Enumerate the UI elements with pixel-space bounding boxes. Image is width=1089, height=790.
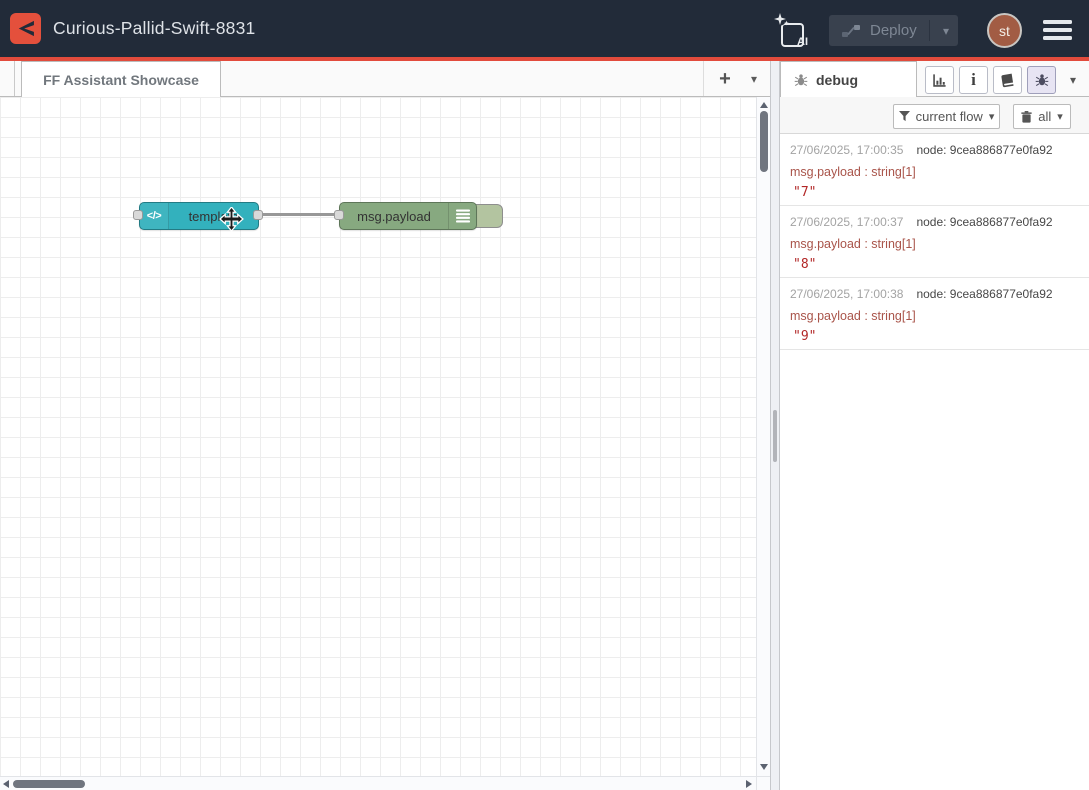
user-avatar[interactable]: st: [987, 13, 1022, 48]
sparkle-icon: [774, 13, 789, 28]
main-menu-button[interactable]: [1043, 20, 1072, 42]
clear-label: all: [1038, 109, 1051, 124]
message-node-id: node: 9cea886877e0fa92: [916, 287, 1052, 301]
scroll-left-arrow-icon[interactable]: [3, 780, 9, 788]
separator-drag-handle[interactable]: [773, 410, 777, 462]
dashboard-chart-tab-button[interactable]: [925, 66, 954, 94]
debug-toolbar: current flow ▾ all ▾: [780, 97, 1089, 134]
template-input-port[interactable]: [133, 210, 143, 220]
hamburger-bar: [1043, 20, 1072, 24]
horizontal-scroll-thumb[interactable]: [13, 780, 85, 788]
message-meta: 27/06/2025, 17:00:35 node: 9cea886877e0fa…: [790, 143, 1079, 157]
bug-icon: [1035, 73, 1049, 87]
plus-icon: +: [719, 68, 731, 90]
hamburger-bar: [1043, 28, 1072, 32]
deploy-divider: [929, 20, 930, 41]
message-timestamp: 27/06/2025, 17:00:37: [790, 215, 903, 229]
tabbar-right-edge: [703, 61, 704, 96]
node-debug-msg-payload[interactable]: msg.payload: [339, 202, 477, 230]
scroll-down-arrow-icon[interactable]: [760, 764, 768, 770]
header: Curious-Pallid-Swift-8831 AI Deploy ▾ st: [0, 0, 1089, 61]
message-node-id: node: 9cea886877e0fa92: [916, 143, 1052, 157]
scroll-up-arrow-icon[interactable]: [760, 102, 768, 108]
debug-message-list: 27/06/2025, 17:00:35 node: 9cea886877e0fa…: [780, 134, 1089, 350]
flow-tab-ff-assistant-showcase[interactable]: FF Assistant Showcase: [21, 61, 221, 97]
sidebar: debug i: [780, 61, 1089, 790]
message-property: msg.payload : string[1]: [790, 309, 1079, 323]
sidebar-tab-label: debug: [816, 72, 858, 88]
message-value: "7": [790, 185, 1079, 200]
message-property: msg.payload : string[1]: [790, 165, 1079, 179]
instance-title: Curious-Pallid-Swift-8831: [53, 0, 255, 57]
message-value: "9": [790, 329, 1079, 344]
debug-tab-button[interactable]: [1027, 66, 1056, 94]
message-timestamp: 27/06/2025, 17:00:38: [790, 287, 903, 301]
flowfuse-logo-icon[interactable]: [10, 13, 41, 44]
book-icon: [999, 71, 1016, 88]
vertical-scroll-thumb[interactable]: [760, 111, 768, 172]
flow-tab-label: FF Assistant Showcase: [43, 72, 199, 88]
debug-filter-button[interactable]: current flow ▾: [893, 104, 1000, 129]
info-tab-button[interactable]: i: [959, 66, 988, 94]
deploy-label: Deploy: [870, 22, 917, 39]
debug-input-port[interactable]: [334, 210, 344, 220]
message-property: msg.payload : string[1]: [790, 237, 1079, 251]
scroll-right-arrow-icon[interactable]: [746, 780, 752, 788]
sidebar-resize-separator[interactable]: [770, 61, 780, 790]
node-template[interactable]: </> template: [139, 202, 259, 230]
chevron-down-icon: ▾: [1057, 110, 1063, 123]
bar-chart-icon: [932, 73, 947, 88]
trash-icon: [1021, 111, 1032, 123]
ai-label: AI: [797, 36, 808, 48]
debug-message: 27/06/2025, 17:00:37 node: 9cea886877e0fa…: [780, 206, 1089, 278]
chevron-down-icon: ▾: [989, 110, 995, 123]
funnel-icon: [899, 111, 910, 122]
sidebar-tab-debug[interactable]: debug: [780, 61, 917, 97]
message-timestamp: 27/06/2025, 17:00:35: [790, 143, 903, 157]
debug-clear-button[interactable]: all ▾: [1013, 104, 1071, 129]
node-label: msg.payload: [340, 209, 448, 224]
deploy-button[interactable]: Deploy ▾: [829, 15, 958, 46]
bug-icon: [794, 73, 808, 87]
message-node-id: node: 9cea886877e0fa92: [916, 215, 1052, 229]
debug-message: 27/06/2025, 17:00:35 node: 9cea886877e0fa…: [780, 134, 1089, 206]
flow-canvas[interactable]: </> template msg.payload: [0, 97, 756, 776]
tabbar-left-edge: [14, 61, 15, 96]
sidebar-tabs-chevron-icon[interactable]: ▾: [1063, 70, 1083, 90]
message-meta: 27/06/2025, 17:00:38 node: 9cea886877e0fa…: [790, 287, 1079, 301]
node-red-editor: Curious-Pallid-Swift-8831 AI Deploy ▾ st: [0, 0, 1089, 790]
deploy-nodes-icon: [841, 24, 861, 38]
canvas-vertical-scrollbar[interactable]: [756, 97, 770, 776]
ai-assistant-button[interactable]: AI: [774, 11, 810, 49]
add-flow-button[interactable]: +: [711, 64, 739, 93]
scrollbar-corner: [756, 776, 770, 790]
filter-label: current flow: [916, 109, 983, 124]
deploy-options-chevron-icon[interactable]: ▾: [943, 25, 949, 37]
wire-template-to-debug[interactable]: [258, 213, 340, 216]
help-tab-button[interactable]: [993, 66, 1022, 94]
logo-mark: [12, 15, 39, 42]
info-icon: i: [971, 70, 976, 90]
template-code-icon: </>: [140, 203, 169, 229]
node-label: template: [169, 209, 258, 224]
debug-message: 27/06/2025, 17:00:38 node: 9cea886877e0fa…: [780, 278, 1089, 350]
message-value: "8": [790, 257, 1079, 272]
hamburger-bar: [1043, 36, 1072, 40]
debug-console-icon: [448, 203, 476, 229]
message-meta: 27/06/2025, 17:00:37 node: 9cea886877e0fa…: [790, 215, 1079, 229]
flow-list-chevron-icon[interactable]: ▾: [742, 64, 766, 93]
canvas-horizontal-scrollbar[interactable]: [0, 776, 756, 790]
template-output-port[interactable]: [253, 210, 263, 220]
